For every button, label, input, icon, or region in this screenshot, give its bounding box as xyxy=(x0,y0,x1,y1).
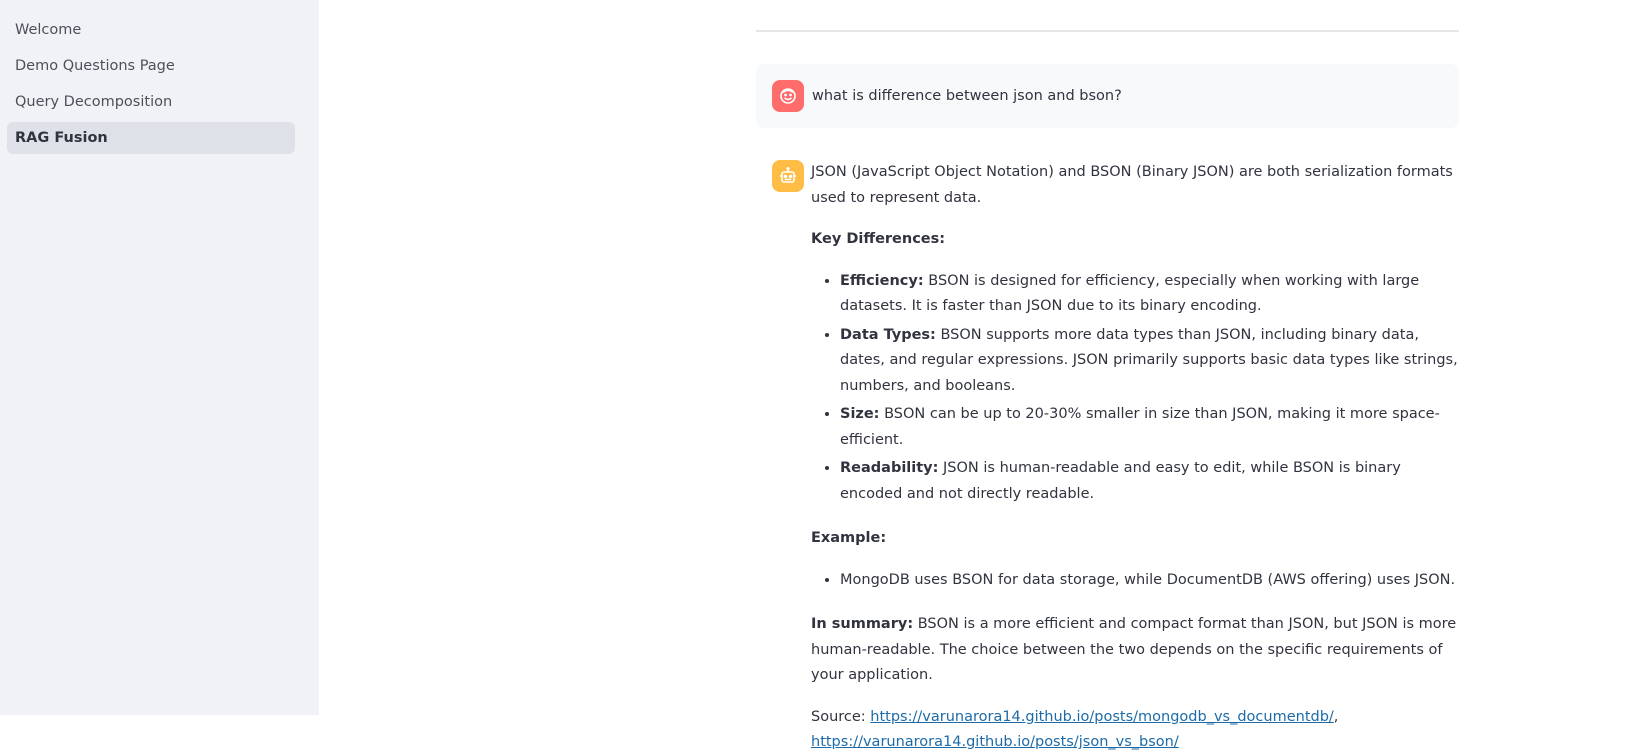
summary-paragraph: In summary: BSON is a more efficient and… xyxy=(811,612,1461,689)
source-link-json-vs-bson[interactable]: https://varunarora14.github.io/posts/jso… xyxy=(811,734,1179,750)
divider xyxy=(756,30,1459,32)
assistant-intro: JSON (JavaScript Object Notation) and BS… xyxy=(811,164,1453,206)
differences-list: Efficiency: BSON is designed for efficie… xyxy=(811,269,1461,508)
list-item-text: BSON is designed for efficiency, especia… xyxy=(840,272,1420,315)
list-item-term: Readability: xyxy=(840,460,939,476)
smiley-face-icon xyxy=(772,80,804,112)
example-list: MongoDB uses BSON for data storage, whil… xyxy=(811,568,1461,594)
list-item-term: Efficiency: xyxy=(840,272,924,289)
key-differences-heading: Key Differences: xyxy=(811,231,946,247)
source-separator: , xyxy=(1333,708,1339,725)
list-item-term: Size: xyxy=(840,406,880,422)
summary-term: In summary: xyxy=(811,616,914,632)
user-message-text: what is difference between json and bson… xyxy=(812,88,1122,104)
sidebar-item-query-decomposition[interactable]: Query Decomposition xyxy=(7,86,295,118)
assistant-message: JSON (JavaScript Object Notation) and BS… xyxy=(811,160,1461,756)
list-item-text: BSON can be up to 20-30% smaller in size… xyxy=(840,406,1440,448)
main-content: what is difference between json and bson… xyxy=(319,0,1644,750)
list-item: MongoDB uses BSON for data storage, whil… xyxy=(840,568,1461,594)
list-item: Efficiency: BSON is designed for efficie… xyxy=(840,269,1461,320)
source-label: Source: xyxy=(811,708,871,725)
list-item: Data Types: BSON supports more data type… xyxy=(840,323,1461,400)
sidebar-item-demo-questions[interactable]: Demo Questions Page xyxy=(7,50,295,82)
robot-icon xyxy=(772,160,804,192)
sidebar-item-welcome[interactable]: Welcome xyxy=(7,14,295,46)
user-message: what is difference between json and bson… xyxy=(756,64,1459,128)
list-item: Size: BSON can be up to 20-30% smaller i… xyxy=(840,402,1461,453)
source-paragraph: Source: https://varunarora14.github.io/p… xyxy=(811,705,1461,756)
source-link-mongodb-vs-documentdb[interactable]: https://varunarora14.github.io/posts/mon… xyxy=(870,709,1334,725)
example-heading: Example: xyxy=(811,530,887,546)
list-item-term: Data Types: xyxy=(840,326,936,343)
list-item: Readability: JSON is human-readable and … xyxy=(840,456,1461,507)
sidebar: Welcome Demo Questions Page Query Decomp… xyxy=(0,0,319,715)
sidebar-item-rag-fusion[interactable]: RAG Fusion xyxy=(7,122,295,154)
